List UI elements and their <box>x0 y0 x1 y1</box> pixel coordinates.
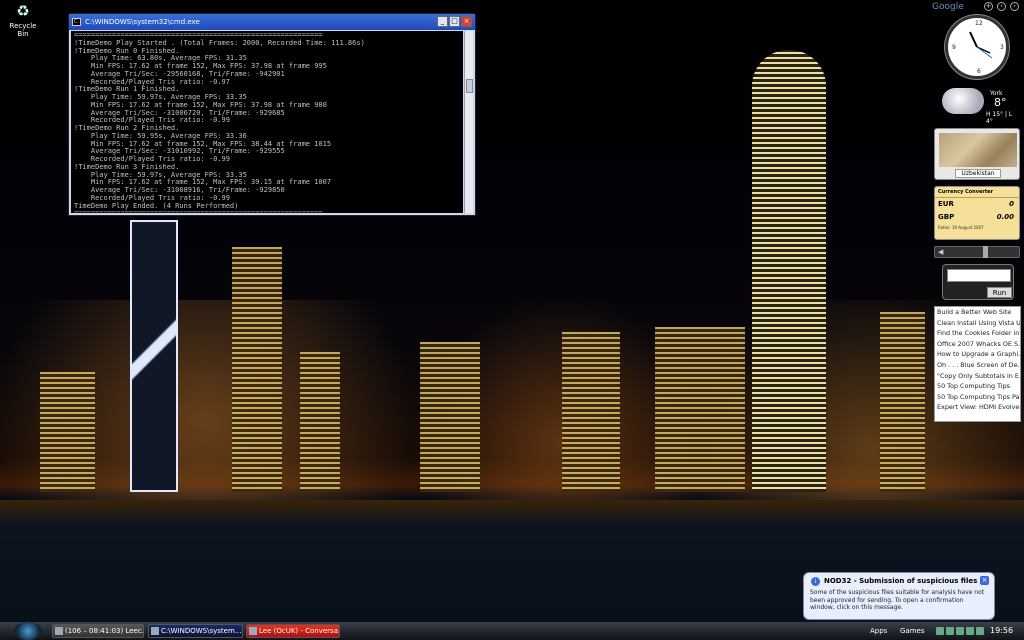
feed-headline[interactable]: 50 Top Computing Tips Pa... <box>935 392 1020 403</box>
feed-headline[interactable]: Build a Better Web Site <box>935 307 1020 318</box>
recycle-bin-shortcut[interactable]: ♻ Recycle Bin <box>4 2 42 38</box>
feed-headline[interactable]: 50 Top Computing Tips <box>935 381 1020 392</box>
taskbar-item[interactable]: (106 – 08:41:03) Leec... <box>52 624 144 638</box>
system-tray <box>936 624 984 638</box>
skyline-building <box>420 342 480 492</box>
ifc-tower <box>752 50 826 492</box>
minimize-button[interactable]: _ <box>437 16 448 27</box>
satellite-map <box>939 133 1017 167</box>
nod32-notification[interactable]: i NOD32 - Submission of suspicious files… <box>803 572 995 620</box>
start-button[interactable] <box>14 622 42 640</box>
skyline-building <box>232 247 282 492</box>
tray-icon[interactable] <box>956 627 964 635</box>
close-icon[interactable]: × <box>980 576 989 585</box>
taskbar-item[interactable]: C:\WINDOWS\system... <box>148 624 243 638</box>
currency-code: GBP <box>938 213 955 221</box>
currency-value[interactable]: 0.00 <box>997 211 1014 224</box>
feed-headline[interactable]: Clean Install Using Vista U... <box>935 318 1020 329</box>
tray-icon[interactable] <box>976 627 984 635</box>
prev-icon[interactable]: ‹ <box>997 2 1006 11</box>
feed-headline[interactable]: "Copy Only Subtotals in E... <box>935 371 1020 382</box>
apps-toolbar[interactable]: Apps <box>870 622 887 640</box>
run-gadget[interactable]: Run <box>942 264 1014 300</box>
map-label: Uzbekistan <box>955 169 1001 178</box>
tray-icon[interactable] <box>966 627 974 635</box>
notification-title: NOD32 - Submission of suspicious files <box>824 577 978 585</box>
tray-icon[interactable] <box>946 627 954 635</box>
currency-row[interactable]: GBP 0.00 <box>935 211 1019 224</box>
taskbar-item[interactable]: Lee (OcUK) - Conversa... <box>246 624 340 638</box>
clock-time[interactable]: 19:56 <box>990 622 1013 640</box>
feed-headline[interactable]: Office 2007 Whacks OE S... <box>935 339 1020 350</box>
run-input[interactable] <box>947 269 1011 282</box>
games-toolbar[interactable]: Games <box>900 622 925 640</box>
tray-icon[interactable] <box>936 627 944 635</box>
cmd-title: C:\WINDOWS\system32\cmd.exe <box>85 18 200 26</box>
volume-slider[interactable] <box>983 246 988 258</box>
next-icon[interactable]: › <box>1010 2 1019 11</box>
cmd-window[interactable]: C: C:\WINDOWS\system32\cmd.exe _ □ × ===… <box>68 13 476 216</box>
skyline-building <box>562 332 620 492</box>
map-gadget[interactable]: Uzbekistan <box>934 128 1020 180</box>
feed-headline[interactable]: Oh . . . Blue Screen of De... <box>935 360 1020 371</box>
cmd-titlebar[interactable]: C: C:\WINDOWS\system32\cmd.exe _ □ × <box>69 14 475 30</box>
sidebar-google-logo: Google <box>932 2 964 12</box>
recycle-bin-label: Recycle Bin <box>9 22 37 38</box>
bank-tower <box>130 220 178 492</box>
weather-gadget[interactable]: York 8° H 15° | L 4° <box>940 86 1020 125</box>
skyline-building <box>300 352 340 492</box>
vertical-scrollbar[interactable] <box>464 31 473 213</box>
add-gadget-icon[interactable]: + <box>984 2 993 11</box>
currency-title: Currency Converter <box>935 187 1019 198</box>
clock-hands <box>969 31 993 59</box>
currency-gadget[interactable]: Currency Converter EUR 0 GBP 0.00 Rates:… <box>934 186 1020 240</box>
feed-headline[interactable]: Find the Cookies Folder in... <box>935 328 1020 339</box>
recycle-bin-icon: ♻ <box>16 2 30 20</box>
skyline-building <box>880 312 925 492</box>
skyline-building <box>40 372 95 492</box>
scrollbar-thumb[interactable] <box>466 79 473 93</box>
currency-row[interactable]: EUR 0 <box>935 198 1019 211</box>
feed-headline[interactable]: Expert View: HDMI Evolves <box>935 402 1020 413</box>
currency-rate-date: Rates: 19 August 2007 <box>938 225 984 230</box>
notification-message[interactable]: Some of the suspicious files suitable fo… <box>810 589 990 612</box>
console-output[interactable]: ========================================… <box>71 31 463 213</box>
console-line: ========================================… <box>74 209 460 213</box>
desktop: ♻ Recycle Bin C: C:\WINDOWS\system32\cmd… <box>0 0 1024 622</box>
info-icon: i <box>811 577 820 586</box>
feed-headline[interactable]: How to Upgrade a Graphi... <box>935 349 1020 360</box>
weather-hilo: H 15° | L 4° <box>986 111 1013 125</box>
taskbar: (106 – 08:41:03) Leec... C:\WINDOWS\syst… <box>0 622 1024 640</box>
run-button[interactable]: Run <box>987 287 1012 298</box>
clock-gadget[interactable]: 12 3 6 9 <box>945 15 1009 79</box>
speaker-icon: ◀ <box>938 248 944 256</box>
weather-temp: 8° <box>994 96 1007 109</box>
maximize-button[interactable]: □ <box>449 16 460 27</box>
currency-code: EUR <box>938 200 954 208</box>
cmd-app-icon: C: <box>72 18 81 26</box>
cloud-icon <box>942 88 984 114</box>
currency-value[interactable]: 0 <box>1009 198 1014 211</box>
volume-gadget[interactable]: ◀ <box>934 246 1020 258</box>
skyline-building <box>655 327 745 492</box>
close-button[interactable]: × <box>461 16 472 27</box>
feed-headlines-gadget[interactable]: Build a Better Web Site Clean Install Usi… <box>934 306 1021 422</box>
